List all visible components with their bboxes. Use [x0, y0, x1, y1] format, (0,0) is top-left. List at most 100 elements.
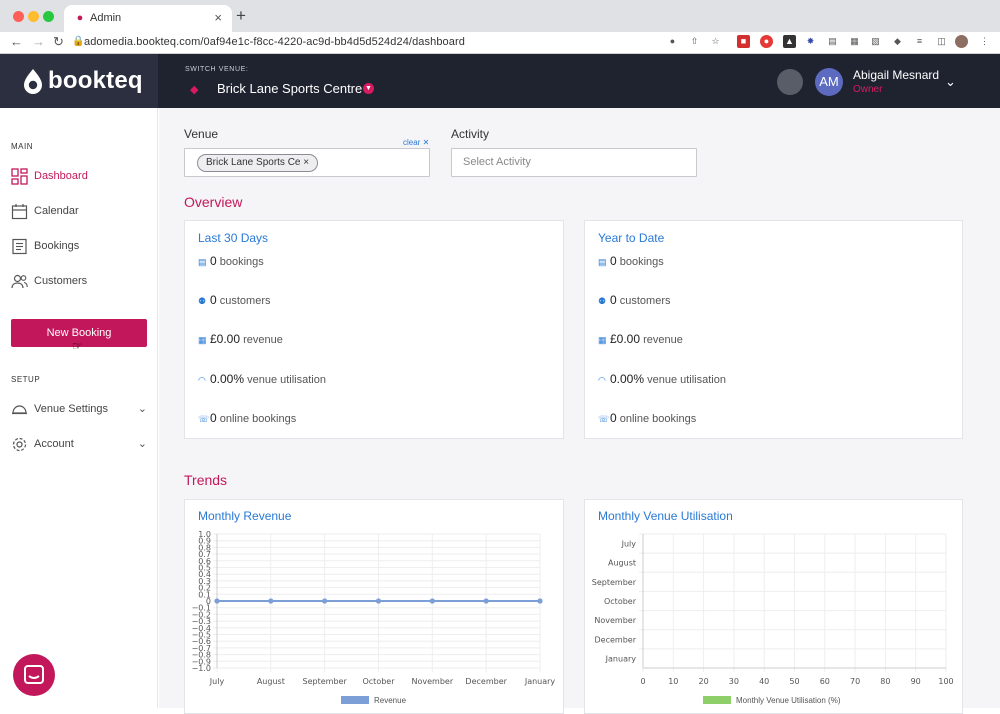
y-tick-label: December [595, 635, 637, 644]
revenue-data-point [429, 598, 435, 604]
chevron-down-icon[interactable]: ⌄ [138, 402, 147, 415]
stat-label: customers [619, 295, 671, 307]
bookteq-favicon-icon: ● [76, 12, 84, 24]
y-tick-label: January [605, 654, 637, 663]
gear-icon [12, 437, 27, 452]
sidebar-item-label: Customers [34, 275, 88, 287]
y-tick-label: July [621, 540, 637, 549]
y-tick-label: October [604, 597, 637, 606]
stat-bookings: ▤ 0 bookings [198, 254, 264, 268]
profile-avatar-icon[interactable] [955, 35, 968, 48]
sidebar-item-calendar[interactable]: Calendar [11, 201, 151, 223]
stat-label: online bookings [219, 413, 297, 425]
microphone-icon[interactable]: ● [666, 35, 679, 48]
sidebar-item-customers[interactable]: Customers [11, 271, 151, 293]
user-role: Owner [853, 84, 883, 95]
user-name[interactable]: Abigail Mesnard [853, 68, 939, 82]
stat-online-bookings: ☏0 online bookings [598, 411, 696, 425]
chevron-down-icon[interactable]: ⌄ [945, 74, 956, 90]
address-bar: ← → ↻ 🔒 adomedia.bookteq.com/0af94e1c-f8… [0, 32, 1000, 54]
x-tick-label: 50 [789, 677, 799, 686]
extension-icon[interactable]: ✸ [804, 35, 817, 48]
venue-filter-select[interactable]: Brick Lane Sports Ce × [184, 148, 430, 177]
utilisation-icon: ◠ [598, 375, 606, 385]
extension-icon[interactable]: ▦ [848, 35, 861, 48]
chat-icon [24, 665, 44, 684]
stat-label: revenue [243, 334, 283, 346]
new-tab-icon[interactable]: + [236, 6, 246, 26]
stat-value: 0.00% [610, 372, 645, 386]
extension-icon[interactable]: ■ [737, 35, 750, 48]
chat-launcher-button[interactable] [13, 654, 55, 696]
stat-bookings: ▤ 0 bookings [598, 254, 664, 268]
stat-label: revenue [643, 334, 683, 346]
zoom-window-button[interactable] [43, 11, 54, 22]
sidebar: MAIN Dashboard Calendar Bookings Custome… [0, 108, 158, 708]
stat-value: 0 [610, 254, 617, 268]
extension-icon[interactable]: ▧ [869, 35, 882, 48]
x-tick-label: November [412, 677, 454, 686]
x-tick-label: 30 [729, 677, 739, 686]
activity-filter-select[interactable]: Select Activity [451, 148, 697, 177]
revenue-data-point [483, 598, 489, 604]
logo[interactable]: bookteq [0, 54, 158, 108]
y-tick-label: September [592, 578, 637, 587]
close-tab-icon[interactable]: × [214, 10, 222, 25]
chevron-down-icon[interactable]: ▼ [363, 83, 374, 94]
card-title[interactable]: Year to Date [598, 231, 664, 245]
back-icon[interactable]: ← [10, 34, 23, 49]
sidebar-item-bookings[interactable]: Bookings [11, 236, 151, 258]
forward-icon[interactable]: → [32, 34, 45, 49]
x-tick-label: January [524, 677, 556, 686]
reload-icon[interactable]: ↻ [53, 34, 64, 50]
media-icon[interactable]: ≡ [913, 35, 926, 48]
user-avatar[interactable]: AM [815, 68, 843, 96]
venue-pin-icon: ◆ [190, 84, 199, 96]
share-icon[interactable]: ⇧ [688, 35, 701, 48]
x-tick-label: 20 [699, 677, 709, 686]
bookings-icon [12, 238, 27, 255]
x-tick-label: 0 [640, 677, 645, 686]
close-window-button[interactable] [13, 11, 24, 22]
stat-label: customers [219, 295, 271, 307]
extension-icon[interactable]: ● [760, 35, 773, 48]
stat-value: 0 [610, 293, 617, 307]
extension-icon[interactable]: ▲ [783, 35, 796, 48]
sidebar-item-venue-settings[interactable]: Venue Settings ⌄ [11, 399, 151, 421]
last-30-days-card: Last 30 Days ▤ 0 bookings ⚉ 0 customers ▦ £… [184, 220, 564, 439]
stat-label: online bookings [619, 413, 697, 425]
sidebar-item-dashboard[interactable]: Dashboard [11, 166, 151, 188]
sidebar-item-label: Account [34, 438, 74, 450]
app-header: bookteq SWITCH VENUE: ◆ Brick Lane Sport… [0, 54, 1000, 108]
url-field[interactable]: adomedia.bookteq.com/0af94e1c-f8cc-4220-… [84, 36, 465, 48]
browser-menu-icon[interactable]: ⋮ [978, 35, 991, 48]
stat-customers: ⚉ 0 customers [598, 293, 671, 307]
x-tick-label: August [257, 677, 285, 686]
sidepanel-icon[interactable]: ◫ [935, 35, 948, 48]
utilisation-icon: ◠ [198, 375, 206, 385]
puzzle-icon[interactable]: ◆ [891, 35, 904, 48]
chevron-down-icon[interactable]: ⌄ [138, 437, 147, 450]
clear-venue-link[interactable]: clear ✕ [403, 138, 429, 147]
stat-label: venue utilisation [647, 374, 726, 386]
x-tick-label: 90 [911, 677, 921, 686]
tab-title: Admin [90, 12, 122, 24]
x-tick-label: 10 [668, 677, 678, 686]
stat-label: bookings [619, 256, 664, 268]
bookteq-logo-icon [24, 69, 42, 94]
card-title[interactable]: Last 30 Days [198, 231, 268, 245]
bookmark-star-icon[interactable]: ☆ [709, 35, 722, 48]
y-tick-label: −1.0 [192, 664, 211, 673]
revenue-data-point [375, 598, 382, 604]
x-tick-label: September [303, 677, 348, 686]
revenue-data-point [322, 598, 328, 604]
venue-chip[interactable]: Brick Lane Sports Ce × [197, 154, 319, 172]
sidebar-item-account[interactable]: Account ⌄ [11, 434, 151, 456]
venue-switcher[interactable]: Brick Lane Sports Centre [217, 81, 362, 96]
browser-tab[interactable]: ● Admin × [64, 5, 232, 32]
extension-icon[interactable]: ▤ [826, 35, 839, 48]
minimize-window-button[interactable] [28, 11, 39, 22]
trends-heading: Trends [184, 472, 228, 488]
customers-icon: ⚉ [198, 296, 207, 306]
notification-avatar[interactable] [777, 69, 803, 95]
